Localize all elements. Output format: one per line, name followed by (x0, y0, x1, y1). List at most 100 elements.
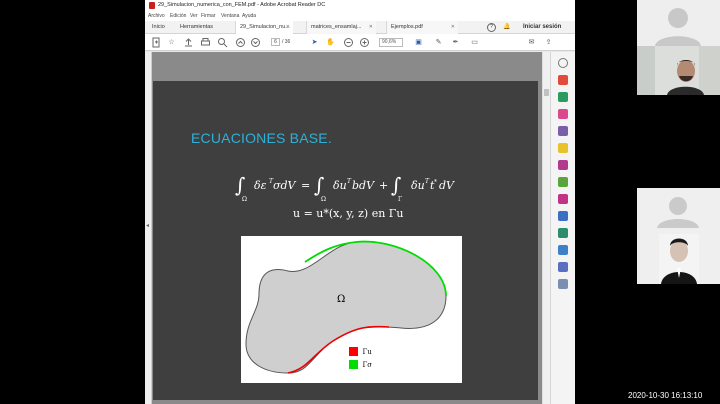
tab-document-1[interactable]: 29_Simulacion_nu... ✕ (235, 21, 293, 34)
share-icon[interactable]: ⇪ (543, 37, 554, 48)
svg-text:bdV: bdV (352, 179, 375, 192)
protect-icon[interactable] (558, 211, 568, 221)
tab-bar: Inicio Herramientas 29_Simulacion_nu... … (145, 21, 575, 34)
vertical-scrollbar[interactable] (542, 52, 550, 404)
scrollbar-thumb[interactable] (544, 89, 549, 96)
combine-files-icon[interactable] (558, 160, 568, 170)
toolbar: ☆ 6/ 36 ➤ ✋ 90,6% ▣ ✎ ✒ ▭ ✉ ⇪ (145, 34, 575, 51)
compress-icon[interactable] (558, 177, 568, 187)
svg-text:dV: dV (439, 179, 455, 192)
slide-title: ECUACIONES BASE. (191, 130, 332, 146)
page-number-input[interactable]: 6 (271, 38, 280, 46)
menu-archivo[interactable]: Archivo (148, 11, 165, 21)
redact-icon[interactable] (558, 194, 568, 204)
svg-text:Ω: Ω (242, 196, 247, 203)
comment-icon[interactable] (558, 143, 568, 153)
next-page-icon[interactable] (250, 37, 261, 48)
svg-text:δu: δu (333, 179, 347, 192)
svg-text:*: * (434, 179, 437, 186)
previous-page-icon[interactable] (235, 37, 246, 48)
zoom-level-select[interactable]: 90,6% (379, 38, 403, 47)
svg-text:δε: δε (254, 179, 267, 192)
domain-figure: Ω Γu Γσ (241, 236, 462, 383)
document-area[interactable]: ◂ ECUACIONES BASE. ∫ Ω δε T σdV = ∫ Ω δu (145, 52, 542, 404)
svg-text:δu: δu (411, 179, 425, 192)
sign-icon[interactable]: ✒ (450, 37, 461, 48)
optimize-icon[interactable] (558, 228, 568, 238)
svg-text:∫: ∫ (391, 173, 401, 197)
svg-text:Ω: Ω (321, 196, 326, 203)
title-bar: 29_Simulacion_numerica_con_FEM.pdf - Ado… (145, 0, 575, 11)
create-pdf-icon[interactable] (558, 92, 568, 102)
close-tab-icon[interactable]: ✕ (451, 21, 455, 34)
legend-swatch-red (349, 347, 358, 357)
zoom-in-icon[interactable] (359, 37, 370, 48)
bell-icon[interactable]: 🔔 (503, 21, 510, 34)
page-indicator: 6/ 36 (271, 38, 290, 47)
equation-boundary-condition: u = u*(x, y, z) en Γu (293, 207, 404, 220)
more-tools-icon[interactable] (558, 279, 568, 289)
svg-text:∫: ∫ (314, 173, 324, 197)
window-title: 29_Simulacion_numerica_con_FEM.pdf - Ado… (158, 2, 326, 8)
hand-tool-icon[interactable]: ✋ (325, 37, 336, 48)
tab-tools[interactable]: Herramientas (180, 21, 213, 34)
menu-bar: Archivo Edición Ver Firmar Ventana Ayuda (145, 11, 575, 21)
svg-text:+: + (379, 179, 388, 192)
tab-home[interactable]: Inicio (152, 21, 165, 34)
participant-video-speaker[interactable] (637, 46, 720, 95)
fit-page-icon[interactable]: ▣ (413, 37, 424, 48)
screen: 29_Simulacion_numerica_con_FEM.pdf - Ado… (0, 0, 720, 404)
left-panel-toggle[interactable]: ◂ (145, 52, 152, 404)
pdf-app-icon (149, 2, 155, 9)
new-file-icon[interactable] (151, 37, 162, 48)
highlight-icon[interactable]: ▭ (469, 37, 480, 48)
mail-icon[interactable]: ✉ (526, 37, 537, 48)
tab-document-3[interactable]: Ejemplos.pdf ✕ (386, 21, 458, 34)
fill-sign-icon[interactable] (558, 245, 568, 255)
svg-text:∫: ∫ (235, 173, 245, 197)
omega-label: Ω (337, 294, 346, 305)
acrobat-window: 29_Simulacion_numerica_con_FEM.pdf - Ado… (145, 0, 575, 404)
legend-gamma-sigma: Γσ (349, 356, 373, 370)
star-icon[interactable]: ☆ (166, 37, 177, 48)
close-tab-icon[interactable]: ✕ (286, 21, 290, 34)
print-icon[interactable] (200, 37, 211, 48)
menu-edicion[interactable]: Edición (170, 11, 186, 21)
page-total: / 36 (282, 39, 291, 45)
close-tab-icon[interactable]: ✕ (369, 21, 373, 34)
participant-video-3[interactable] (637, 188, 720, 284)
annotate-icon[interactable]: ✎ (433, 37, 444, 48)
timestamp: 2020-10-30 16:13:10 (628, 391, 703, 400)
tab-document-3-label: Ejemplos.pdf (391, 24, 423, 30)
equation-virtual-work: ∫ Ω δε T σdV = ∫ Ω δu T bdV + ∫ Γ δu T t… (235, 173, 455, 203)
help-icon[interactable]: ? (487, 23, 496, 32)
tab-document-1-label: 29_Simulacion_nu... (240, 24, 290, 30)
menu-ventana[interactable]: Ventana (221, 11, 239, 21)
menu-firmar[interactable]: Firmar (201, 11, 215, 21)
edit-pdf-icon[interactable] (558, 109, 568, 119)
domain-shape (245, 241, 447, 374)
search-icon[interactable] (217, 37, 228, 48)
svg-text:=: = (301, 179, 310, 192)
expand-arrow-icon[interactable]: ◂ (146, 222, 149, 229)
signin-button[interactable]: Iniciar sesión (523, 21, 561, 34)
legend-gamma-u: Γu (349, 343, 372, 357)
participant-video-1[interactable] (637, 0, 720, 46)
search-tool-icon[interactable] (558, 58, 568, 68)
select-cursor-icon[interactable]: ➤ (309, 37, 320, 48)
menu-ayuda[interactable]: Ayuda (242, 11, 256, 21)
export-pdf-icon[interactable] (558, 75, 568, 85)
tab-document-2[interactable]: matrices_ensamlaj... ✕ (306, 21, 376, 34)
menu-ver[interactable]: Ver (190, 11, 198, 21)
send-for-signature-icon[interactable] (558, 262, 568, 272)
upload-icon[interactable] (183, 37, 194, 48)
legend-swatch-green (349, 360, 358, 370)
svg-text:σdV: σdV (273, 179, 297, 192)
organize-pages-icon[interactable] (558, 126, 568, 136)
slide-page: ECUACIONES BASE. ∫ Ω δε T σdV = ∫ Ω δu T… (153, 81, 538, 400)
tools-panel (550, 52, 575, 404)
legend-label-sigma: Γσ (362, 360, 373, 369)
tab-document-2-label: matrices_ensamlaj... (311, 24, 362, 30)
zoom-out-icon[interactable] (343, 37, 354, 48)
svg-text:Γ: Γ (398, 196, 402, 203)
